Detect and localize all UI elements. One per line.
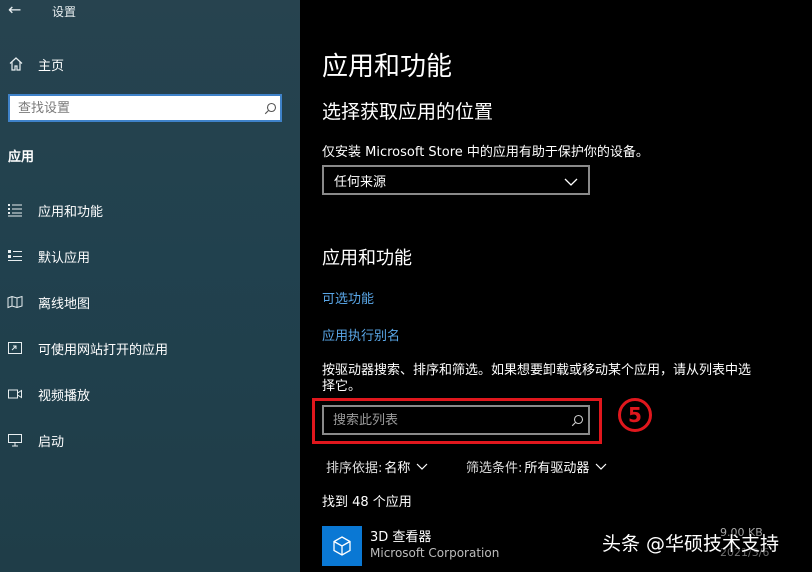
chevron-down-icon: [595, 463, 607, 470]
title-bar: ← 设置: [0, 0, 300, 22]
filter-value: 所有驱动器: [524, 460, 590, 476]
install-section-description: 仅安装 Microsoft Store 中的应用有助于保护你的设备。: [322, 145, 649, 160]
app-publisher: Microsoft Corporation: [370, 546, 500, 560]
sidebar-item-default-apps[interactable]: 默认应用: [6, 245, 90, 267]
home-icon: [8, 56, 24, 72]
app-source-dropdown[interactable]: 任何来源: [322, 165, 590, 195]
home-nav-item[interactable]: 主页: [8, 54, 64, 74]
app-list-search-input[interactable]: [324, 412, 566, 428]
sidebar-item-label: 可使用网站打开的应用: [38, 342, 169, 358]
sort-by-control[interactable]: 排序依据: 名称: [326, 457, 428, 476]
window-title: 设置: [52, 5, 77, 19]
settings-search-input[interactable]: [10, 100, 260, 116]
app-list-search-box[interactable]: [322, 405, 590, 435]
search-icon[interactable]: [260, 102, 280, 115]
sidebar-item-startup[interactable]: 启动: [6, 429, 64, 451]
main-content: 应用和功能 选择获取应用的位置 仅安装 Microsoft Store 中的应用…: [300, 0, 812, 572]
sidebar: ← 设置 主页 应用 应用和功能 默认应用 离线地图: [0, 0, 300, 572]
sort-value: 名称: [384, 460, 411, 476]
optional-features-link[interactable]: 可选功能: [322, 288, 374, 307]
sidebar-item-offline-maps[interactable]: 离线地图: [6, 291, 90, 313]
apps-section-title: 应用和功能: [322, 248, 412, 269]
search-icon[interactable]: [566, 414, 588, 427]
sidebar-item-apps-features[interactable]: 应用和功能: [6, 199, 103, 221]
dropdown-value: 任何来源: [334, 174, 387, 190]
offline-maps-icon: [6, 295, 24, 309]
sidebar-item-label: 默认应用: [38, 250, 91, 266]
apps-section-description: 按驱动器搜索、排序和筛选。如果想要卸载或移动某个应用，请从列表中选择它。: [322, 363, 752, 394]
app-name: 3D 查看器: [370, 530, 432, 545]
app-execution-aliases-link[interactable]: 应用执行别名: [322, 325, 400, 344]
step-number-badge: 5: [618, 398, 652, 432]
chevron-down-icon: [564, 171, 578, 190]
install-section-title: 选择获取应用的位置: [322, 101, 494, 123]
sidebar-item-label: 启动: [38, 434, 65, 450]
filter-by-control[interactable]: 筛选条件: 所有驱动器: [466, 457, 607, 476]
settings-search-box[interactable]: [8, 94, 282, 122]
watermark-text: 头条 @华硕技术支持: [602, 533, 780, 555]
sidebar-item-video-playback[interactable]: 视频播放: [6, 383, 90, 405]
sidebar-item-label: 应用和功能: [38, 204, 104, 220]
page-title: 应用和功能: [322, 52, 453, 82]
home-label: 主页: [38, 58, 65, 74]
apps-features-icon: [6, 203, 24, 217]
default-apps-icon: [6, 249, 24, 263]
sidebar-section-heading: 应用: [8, 150, 35, 165]
sort-label: 排序依据:: [326, 460, 383, 476]
3d-viewer-app-icon: [322, 526, 362, 566]
found-apps-count: 找到 48 个应用: [322, 495, 412, 510]
sidebar-item-label: 离线地图: [38, 296, 91, 312]
sidebar-item-label: 视频播放: [38, 388, 91, 404]
video-playback-icon: [6, 387, 24, 401]
chevron-down-icon: [416, 463, 428, 470]
apps-for-websites-icon: [6, 341, 24, 355]
filter-label: 筛选条件:: [466, 460, 523, 476]
startup-icon: [6, 433, 24, 447]
back-arrow-icon[interactable]: ←: [8, 0, 21, 20]
sidebar-item-apps-for-websites[interactable]: 可使用网站打开的应用: [6, 337, 168, 359]
